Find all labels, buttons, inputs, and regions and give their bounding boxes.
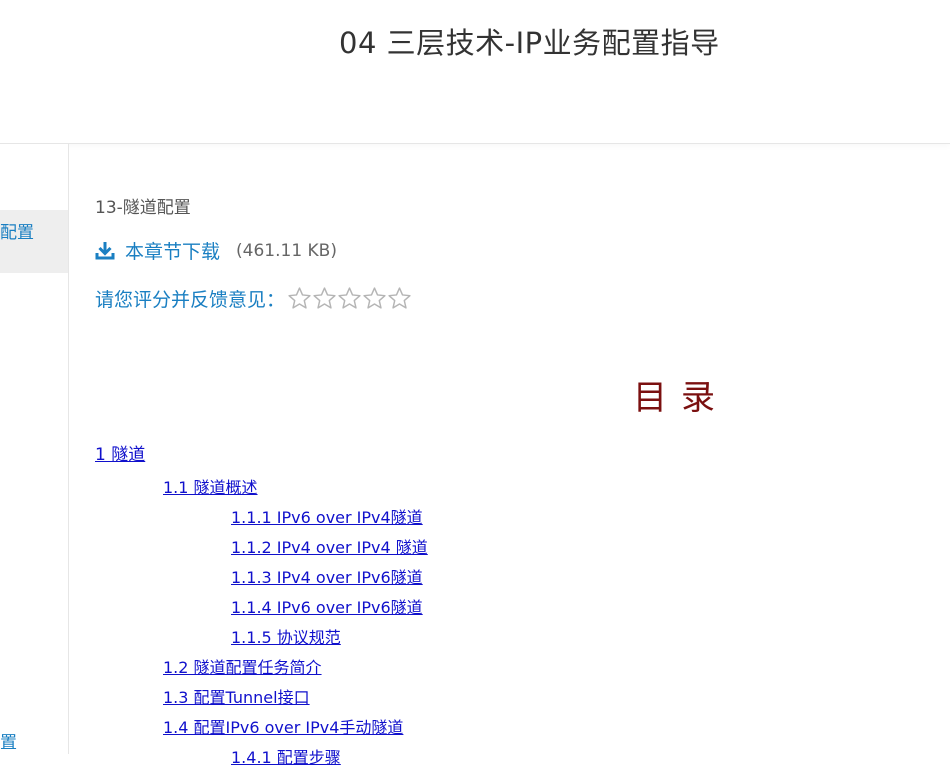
- star-icon[interactable]: [312, 286, 337, 311]
- download-label[interactable]: 本章节下载: [125, 237, 220, 264]
- toc-item[interactable]: 1.1.3 IPv4 over IPv6隧道: [231, 564, 423, 588]
- document-title: 04 三层技术-IP业务配置指导: [339, 26, 720, 60]
- toc-item[interactable]: 1.1.2 IPv4 over IPv4 隧道: [231, 534, 428, 558]
- toc-item[interactable]: 1.1.1 IPv6 over IPv4隧道: [231, 504, 423, 528]
- sidebar: 配置 置: [0, 144, 69, 754]
- rating-label: 请您评分并反馈意见：: [95, 289, 286, 311]
- toc-item[interactable]: 1.4 配置IPv6 over IPv4手动隧道: [163, 714, 403, 738]
- star-icon[interactable]: [287, 286, 312, 311]
- toc-heading: 目录: [633, 378, 729, 418]
- sidebar-item-active[interactable]: 配置: [0, 210, 68, 273]
- chapter-title: 13-隧道配置: [95, 198, 191, 218]
- toc-item[interactable]: 1.4.1 配置步骤: [231, 744, 341, 768]
- toc-item[interactable]: 1 隧道: [95, 440, 145, 465]
- sidebar-item-label[interactable]: 配置: [0, 218, 34, 243]
- toc-item[interactable]: 1.3 配置Tunnel接口: [163, 684, 310, 708]
- download-link[interactable]: 本章节下载 (461.11 KB): [95, 237, 337, 264]
- rating: 请您评分并反馈意见：: [95, 285, 412, 312]
- toc-item[interactable]: 1.1.4 IPv6 over IPv6隧道: [231, 594, 423, 618]
- rating-stars: [287, 286, 412, 311]
- toc-item[interactable]: 1.1 隧道概述: [163, 474, 258, 498]
- star-icon[interactable]: [387, 286, 412, 311]
- star-icon[interactable]: [362, 286, 387, 311]
- main-content: 13-隧道配置 本章节下载 (461.11 KB) 请您评分并反馈意见： 目录 …: [95, 144, 935, 767]
- page-header: 04 三层技术-IP业务配置指导: [0, 0, 950, 144]
- toc-item[interactable]: 1.1.5 协议规范: [231, 624, 341, 648]
- sidebar-item-bottom[interactable]: 置: [0, 728, 17, 753]
- download-icon[interactable]: [95, 241, 115, 261]
- star-icon[interactable]: [337, 286, 362, 311]
- file-size: (461.11 KB): [236, 240, 337, 261]
- toc-item[interactable]: 1.2 隧道配置任务简介: [163, 654, 322, 678]
